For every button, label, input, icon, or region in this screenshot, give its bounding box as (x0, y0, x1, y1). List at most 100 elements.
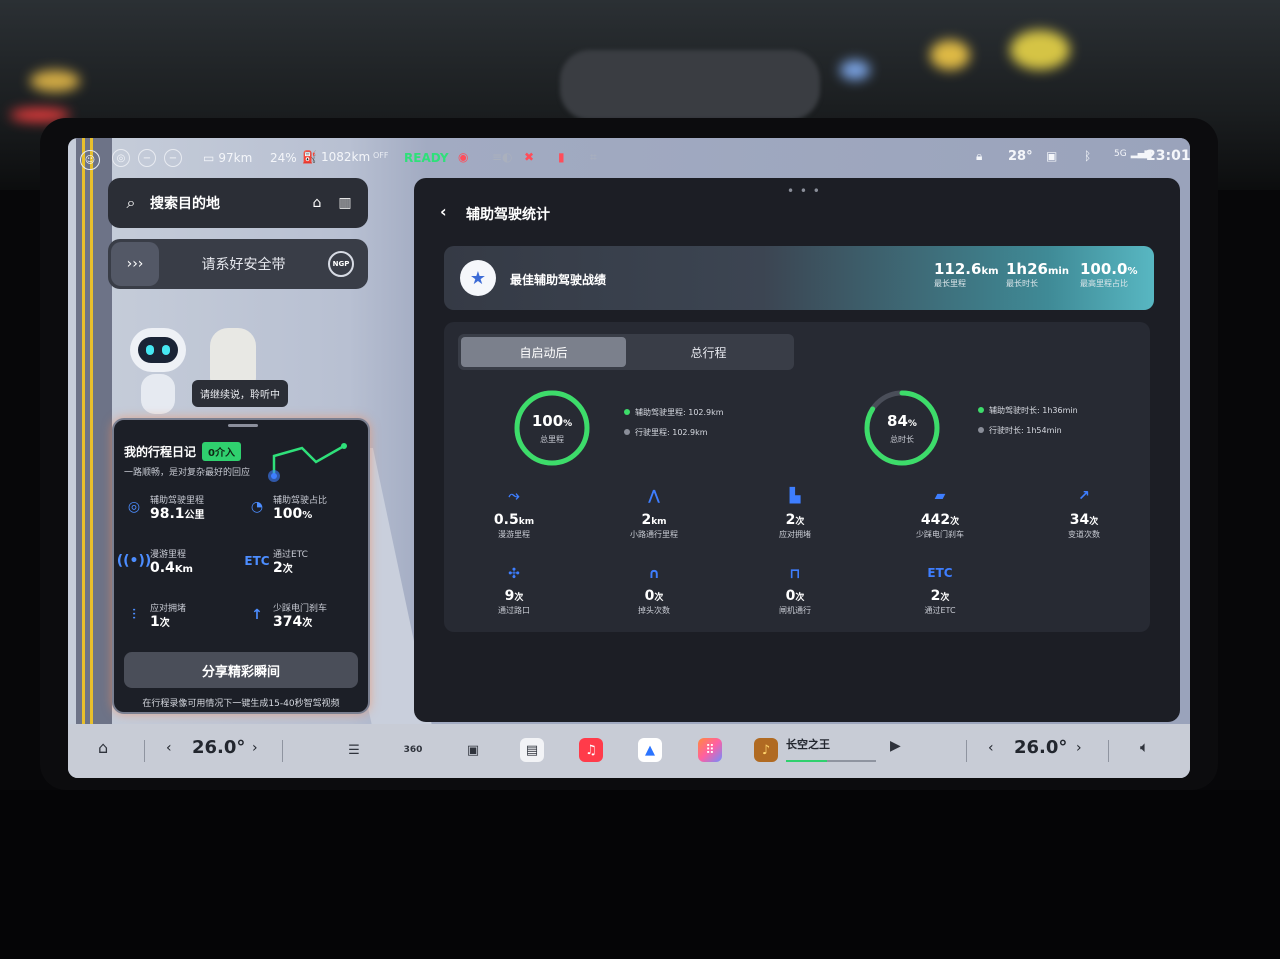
volume-icon[interactable]: 🔈︎ (1140, 738, 1149, 756)
best-stat-unit: % (1127, 266, 1138, 277)
battery-range-value: 97km (218, 151, 253, 165)
music-title[interactable]: 长空之王 (786, 736, 830, 752)
share-moments-button[interactable]: 分享精彩瞬间 (124, 652, 358, 688)
drag-handle[interactable] (228, 424, 258, 427)
best-stat-label: 最长里程 (934, 279, 966, 288)
roam-route-icon: ⤳ (508, 488, 520, 504)
expand-arrows-button[interactable]: ››› (111, 242, 159, 286)
legend-dot (978, 407, 984, 413)
legend-text: 辅助驾驶时长: 1h36min (989, 405, 1078, 415)
voice-assistant-avatar[interactable] (128, 328, 188, 418)
play-icon[interactable]: ▶ (890, 738, 901, 754)
diary-stat-unit: % (302, 509, 313, 521)
legend-dot (624, 429, 630, 435)
navigation-app-icon[interactable]: ▲ (638, 738, 662, 762)
temp-left-increase-icon[interactable]: › (252, 740, 258, 756)
max-indicator: − (138, 149, 156, 167)
stat-label: 通过ETC (924, 606, 956, 615)
duration-ring-value: 84% (862, 412, 942, 430)
congestion-icon: ⫶ (132, 607, 136, 623)
stat-unit: 次 (950, 517, 960, 527)
left-temperature: 26.0° (192, 737, 246, 758)
tab-since-start[interactable]: 自启动后 (461, 337, 626, 367)
mileage-ring: 100% 总里程 (512, 388, 592, 468)
driving-assist-stats-panel: • • • ‹ 辅助驾驶统计 ★ 最佳辅助驾驶战绩 112.6km 最长里程 1… (414, 178, 1180, 722)
music-progress-fill (786, 760, 827, 762)
mileage-ring-label: 总里程 (540, 435, 564, 444)
diary-stat-value: 1次 (150, 614, 186, 630)
diary-stat-label: 少踩电门刹车 (273, 603, 328, 614)
lane-line (90, 138, 93, 778)
temp-right-increase-icon[interactable]: › (1076, 740, 1082, 756)
route-map-icon (268, 443, 347, 482)
headlight-icon: ≡◐ (492, 150, 513, 164)
stat-number: 0 (785, 588, 796, 604)
seatbelt-notice-text: 请系好安全带 (201, 257, 286, 273)
diary-stat-number: 100 (273, 505, 303, 522)
stat-unit: km (651, 517, 667, 527)
diary-stat-number: 0.4 (150, 559, 175, 576)
robot-eye (146, 345, 154, 355)
battery-icon: ▭ (203, 151, 215, 165)
stat-value: 442次 (880, 512, 1000, 528)
back-chevron-icon[interactable]: ‹ (440, 202, 447, 221)
more-dots-icon[interactable]: • • • (787, 184, 821, 198)
destination-search[interactable]: ⌕ 搜索目的地 ⌂ ▥ (108, 178, 368, 228)
steering-wheel-icon: ◎ (127, 499, 141, 515)
dashcam-icon[interactable]: ▣ (1046, 149, 1057, 163)
camera-360-icon[interactable]: 360 (401, 738, 425, 762)
diary-stat-number: 374 (273, 613, 303, 630)
home-icon[interactable]: ⌂ (98, 738, 108, 757)
stat-roam: ⤳ 0.5km 漫游里程 (454, 488, 574, 540)
diary-stat-value: 374次 (273, 614, 327, 630)
lcc-indicator: ◎ (112, 149, 130, 167)
temp-right-decrease-icon[interactable]: ‹ (988, 740, 994, 756)
best-stat-number: 1h26 (1006, 260, 1048, 278)
seatbelt-notice: ››› 请系好安全带 NGP (108, 239, 368, 289)
range-segmented-control: 自启动后 总行程 (458, 334, 794, 370)
trip-diary-title-text: 我的行程日记 (124, 445, 197, 459)
best-stat-value: 1h26min (1006, 260, 1069, 278)
search-input[interactable]: 搜索目的地 (150, 193, 298, 213)
stat-number: 2 (785, 512, 796, 528)
speed-limit-icon: − (138, 149, 156, 167)
stat-number: 2 (641, 512, 652, 528)
stat-number: 0 (644, 588, 655, 604)
climate-icon[interactable]: ☰ (342, 738, 366, 762)
office-icon[interactable]: ▥ (336, 194, 354, 212)
ngp-icon[interactable]: NGP (328, 251, 354, 277)
tab-total-trip[interactable]: 总行程 (626, 337, 791, 367)
dock-separator (282, 740, 283, 762)
dashboard (0, 790, 1280, 959)
legend-text: 行驶里程: 102.9km (635, 427, 708, 437)
best-stat-label: 最长时长 (1006, 279, 1038, 288)
profile-icon[interactable]: ☺ (80, 150, 100, 170)
app-launcher-icon[interactable]: ⠿ (698, 738, 722, 762)
lock-icon[interactable]: 🔒︎ (976, 149, 982, 164)
music-progress[interactable] (786, 760, 876, 762)
stat-value: 0次 (594, 588, 714, 604)
dock-separator (1108, 740, 1109, 762)
warning-icon: ◉ (458, 150, 469, 164)
stat-number: 442 (920, 512, 951, 528)
stat-value: 2次 (735, 512, 855, 528)
trip-diary-card: 我的行程日记 0介入 一路顺畅，是对复杂最好的回应 ◎ 辅助驾驶里程 98.1公… (112, 418, 370, 714)
bluetooth-icon[interactable]: ᛒ (1084, 149, 1091, 163)
lane-change-icon: ↗ (1078, 488, 1090, 504)
stat-number: 9 (504, 588, 515, 604)
stat-intersection: ✣ 9次 通过路口 (454, 566, 574, 616)
temp-left-decrease-icon[interactable]: ‹ (166, 740, 172, 756)
dashcam-app-icon[interactable]: ▣ (461, 738, 485, 762)
stat-unit: 次 (1089, 517, 1099, 527)
music-app-icon[interactable]: ♫ (579, 738, 603, 762)
ready-indicator: READY (404, 151, 449, 165)
parking-sensor-icon: ⌗ (590, 150, 597, 164)
robot-eye (162, 345, 170, 355)
legend-item: 辅助驾驶时长: 1h36min (978, 400, 1078, 420)
diary-stat-label: 漫游里程 (150, 549, 187, 560)
home-icon[interactable]: ⌂ (308, 194, 326, 212)
stat-label: 变道次数 (1068, 530, 1100, 539)
stat-unit: 次 (654, 593, 664, 603)
wireless-icon: ((•)) (116, 553, 152, 569)
vehicle-app-icon[interactable]: ▤ (520, 738, 544, 762)
